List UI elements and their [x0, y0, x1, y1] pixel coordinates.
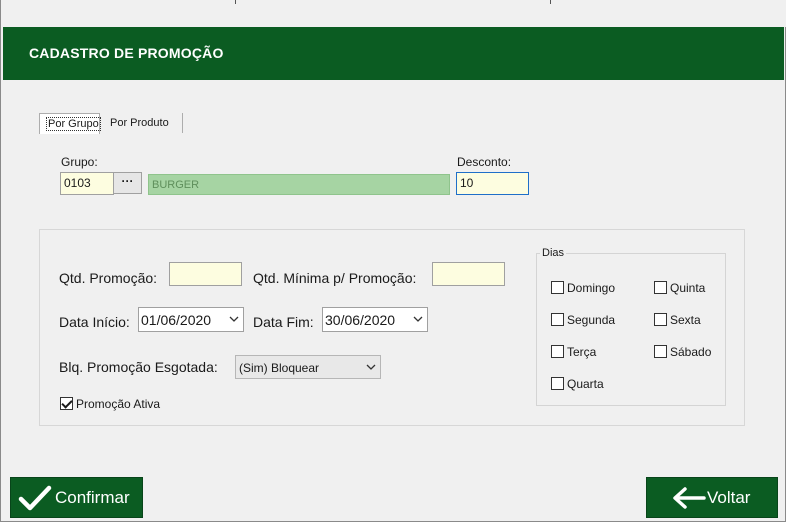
data-fim-value: 30/06/2020	[325, 312, 396, 328]
bloqueio-value: (Sim) Bloquear	[239, 361, 320, 375]
quarta-label: Quarta	[567, 377, 604, 391]
strip-mark	[235, 0, 236, 4]
grupo-name-field: BURGER	[148, 174, 450, 195]
sabado-label: Sábado	[670, 345, 712, 359]
dias-group	[536, 253, 726, 406]
grupo-label: Grupo:	[61, 155, 98, 169]
domingo-label: Domingo	[567, 281, 616, 295]
segunda-label: Segunda	[567, 313, 616, 327]
desconto-label: Desconto:	[457, 155, 512, 169]
data-fim-label: Data Fim:	[253, 314, 314, 330]
qtd-minima-label: Qtd. Mínima p/ Promoção:	[253, 270, 417, 286]
qtd-promocao-label: Qtd. Promoção:	[59, 270, 158, 286]
sabado-checkbox[interactable]	[654, 345, 667, 358]
voltar-button[interactable]: Voltar	[646, 477, 778, 518]
data-inicio-picker[interactable]: 01/06/2020	[138, 307, 244, 332]
data-inicio-value: 01/06/2020	[141, 312, 212, 328]
grupo-code-input[interactable]: 0103	[60, 172, 114, 195]
terca-checkbox[interactable]	[551, 345, 564, 358]
tab-label: Por Produto	[110, 117, 169, 129]
sexta-label: Sexta	[670, 313, 701, 327]
strip-mark	[550, 0, 551, 4]
top-strip	[1, 0, 786, 27]
chevron-down-icon	[413, 316, 423, 322]
terca-label: Terça	[567, 345, 597, 359]
checkmark-icon	[18, 485, 52, 511]
qtd-minima-input[interactable]	[432, 262, 505, 286]
grupo-lookup-button[interactable]: ···	[113, 172, 142, 194]
segunda-checkbox[interactable]	[551, 313, 564, 326]
voltar-label: Voltar	[707, 488, 751, 507]
promocao-ativa-label: Promoção Ativa	[76, 397, 161, 411]
quinta-label: Quinta	[670, 281, 706, 295]
domingo-checkbox[interactable]	[551, 281, 564, 294]
arrow-left-icon	[673, 487, 706, 509]
tab-por-produto[interactable]: Por Produto	[104, 113, 183, 133]
data-inicio-label: Data Início:	[59, 314, 130, 330]
chevron-down-icon	[229, 316, 239, 322]
tab-label: Por Grupo	[46, 117, 101, 131]
confirmar-button[interactable]: Confirmar	[10, 477, 143, 518]
quarta-checkbox[interactable]	[551, 377, 564, 390]
sexta-checkbox[interactable]	[654, 313, 667, 326]
header-bar: CADASTRO DE PROMOÇÃO	[3, 27, 784, 80]
chevron-down-icon	[366, 364, 376, 370]
window: CADASTRO DE PROMOÇÃO Por Grupo Por Produ…	[0, 0, 786, 522]
dias-legend: Dias	[540, 247, 567, 259]
confirmar-label: Confirmar	[55, 488, 130, 507]
tab-por-grupo[interactable]: Por Grupo	[39, 113, 101, 134]
quinta-checkbox[interactable]	[654, 281, 667, 294]
data-fim-picker[interactable]: 30/06/2020	[322, 307, 428, 332]
page-title: CADASTRO DE PROMOÇÃO	[29, 45, 224, 61]
desconto-input[interactable]: 10	[456, 172, 529, 195]
promocao-ativa-checkbox[interactable]	[60, 397, 73, 410]
qtd-promocao-input[interactable]	[169, 262, 242, 286]
bloqueio-label: Blq. Promoção Esgotada:	[59, 359, 218, 375]
bloqueio-select[interactable]: (Sim) Bloquear	[235, 355, 381, 379]
